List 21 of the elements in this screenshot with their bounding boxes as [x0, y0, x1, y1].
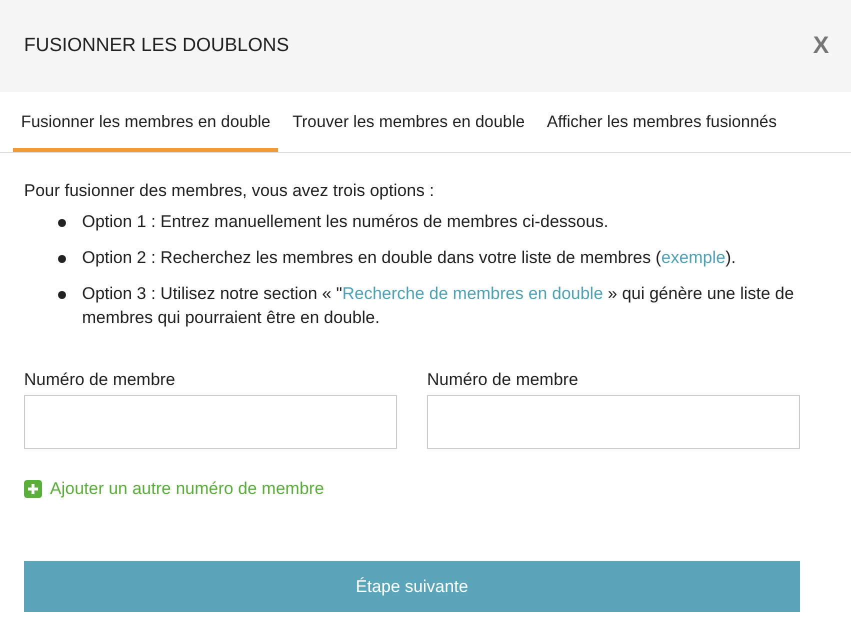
next-step-button[interactable]: Étape suivante	[24, 561, 800, 612]
member-number-field[interactable]	[24, 395, 397, 449]
bullet-icon	[58, 219, 66, 227]
add-member-link[interactable]: Ajouter un autre numéro de membre	[24, 479, 324, 499]
link[interactable]: Recherche de membres en double	[342, 284, 604, 303]
field-label: Numéro de membre	[24, 369, 176, 391]
field-label: Numéro de membre	[427, 369, 580, 391]
member-number-field[interactable]	[427, 395, 800, 449]
bullet-icon	[58, 255, 66, 263]
tab[interactable]: Trouver les membres en double	[284, 92, 533, 152]
plus-icon	[24, 480, 42, 498]
option-text: Option 2 : Recherchez les membres en double dans votre liste de membres (exemple).	[82, 247, 736, 269]
close-button[interactable]: X	[812, 32, 829, 60]
tab[interactable]: Fusionner les membres en double	[13, 92, 278, 152]
dialog-title: FUSIONNER LES DOUBLONS	[24, 35, 289, 57]
option-text: Option 1 : Entrez manuellement les numéros de membres ci-dessous.	[82, 211, 608, 233]
bullet-icon	[58, 291, 66, 299]
link[interactable]: exemple	[661, 248, 726, 267]
intro-text: Pour fusionner des membres, vous avez trois options :	[24, 180, 436, 202]
option-text: Option 3 : Utilisez notre section « "Recherche de membres en double » qui génère une liste de membres qui pourraient être en double.	[82, 283, 795, 329]
tab[interactable]: Afficher les membres fusionnés	[538, 92, 785, 152]
